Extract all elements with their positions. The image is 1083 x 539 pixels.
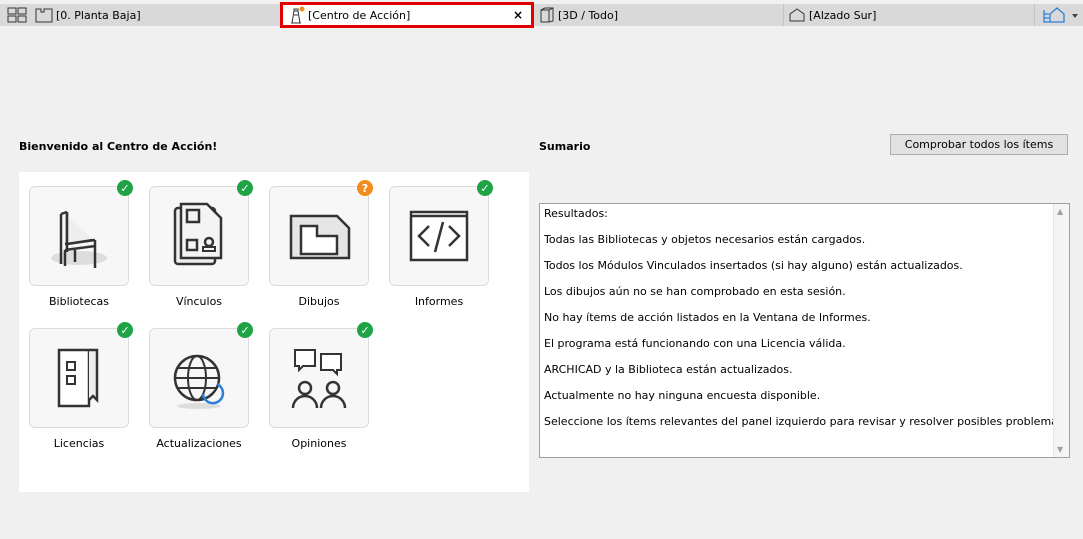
result-line: Todas las Bibliotecas y objetos necesari… bbox=[544, 233, 866, 246]
floor-plan-icon bbox=[35, 8, 53, 23]
summary-title: Sumario bbox=[539, 140, 591, 153]
tile-bibliotecas[interactable] bbox=[29, 186, 129, 286]
result-line: Resultados: bbox=[544, 207, 608, 220]
tab-centro-de-accion[interactable]: [Centro de Acción] × bbox=[280, 2, 534, 28]
close-tab-button[interactable]: × bbox=[513, 8, 523, 22]
check-badge-icon: ✓ bbox=[237, 180, 253, 196]
tab-alzado-sur[interactable]: [Alzado Sur] bbox=[784, 4, 1035, 26]
lighthouse-icon bbox=[291, 6, 305, 24]
tab-bar: [0. Planta Baja] [Centro de Acción] × [3… bbox=[0, 0, 1083, 28]
welcome-title: Bienvenido al Centro de Acción! bbox=[19, 140, 218, 153]
tile-label[interactable]: Licencias bbox=[19, 437, 139, 450]
tile-vinculos[interactable] bbox=[149, 186, 249, 286]
grid-view-icon[interactable] bbox=[7, 7, 27, 23]
result-line: ARCHICAD y la Biblioteca están actualiza… bbox=[544, 363, 793, 376]
drawing-icon bbox=[289, 214, 351, 260]
code-report-icon bbox=[409, 210, 469, 262]
result-line: Todos los Módulos Vinculados insertados … bbox=[544, 259, 963, 272]
result-line: Los dibujos aún no se han comprobado en … bbox=[544, 285, 846, 298]
3d-box-icon bbox=[540, 7, 554, 23]
results-box: Resultados: Todas las Bibliotecas y objet… bbox=[539, 203, 1070, 458]
navigator-dropdown-icon[interactable] bbox=[1040, 6, 1080, 24]
check-badge-icon: ✓ bbox=[237, 322, 253, 338]
check-badge-icon: ✓ bbox=[357, 322, 373, 338]
result-line: El programa está funcionando con una Lic… bbox=[544, 337, 846, 350]
chair-icon bbox=[51, 210, 107, 268]
tile-label[interactable]: Informes bbox=[379, 295, 499, 308]
result-line: Seleccione los ítems relevantes del pane… bbox=[544, 415, 1068, 428]
scrollbar[interactable]: ▲ ▼ bbox=[1053, 204, 1069, 457]
tile-dibujos[interactable] bbox=[269, 186, 369, 286]
linked-files-icon bbox=[173, 202, 223, 266]
tile-label[interactable]: Bibliotecas bbox=[19, 295, 139, 308]
globe-update-icon bbox=[173, 354, 225, 409]
check-badge-icon: ✓ bbox=[477, 180, 493, 196]
check-badge-icon: ✓ bbox=[117, 180, 133, 196]
feedback-icon bbox=[291, 349, 347, 409]
tile-actualizaciones[interactable] bbox=[149, 328, 249, 428]
tile-licencias[interactable] bbox=[29, 328, 129, 428]
result-line: No hay ítems de acción listados en la Ve… bbox=[544, 311, 871, 324]
question-badge-icon: ? bbox=[357, 180, 373, 196]
elevation-icon bbox=[789, 8, 805, 22]
tile-label[interactable]: Dibujos bbox=[259, 295, 379, 308]
tile-informes[interactable] bbox=[389, 186, 489, 286]
tile-label[interactable]: Actualizaciones bbox=[139, 437, 259, 450]
license-icon bbox=[57, 348, 99, 408]
result-line: Actualmente no hay ninguna encuesta disp… bbox=[544, 389, 821, 402]
check-badge-icon: ✓ bbox=[117, 322, 133, 338]
check-all-button[interactable]: Comprobar todos los ítems bbox=[890, 134, 1068, 155]
tile-label[interactable]: Vínculos bbox=[139, 295, 259, 308]
tile-label[interactable]: Opiniones bbox=[259, 437, 379, 450]
tile-opiniones[interactable] bbox=[269, 328, 369, 428]
tab-planta-baja[interactable]: [0. Planta Baja] bbox=[31, 4, 281, 26]
tab-3d-todo[interactable]: [3D / Todo] bbox=[535, 4, 784, 26]
